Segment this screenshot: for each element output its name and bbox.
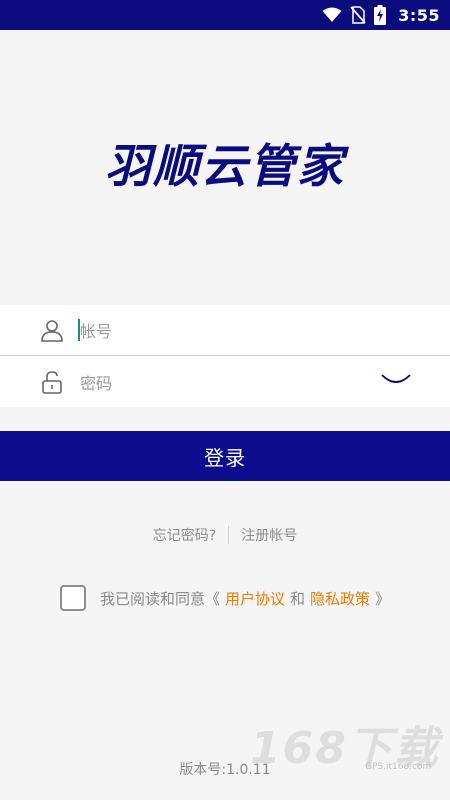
- eye-closed-icon[interactable]: [380, 371, 412, 391]
- login-button[interactable]: 登录: [0, 431, 450, 481]
- version-label: 版本号:1.0.11: [179, 762, 271, 778]
- text-cursor: [78, 319, 80, 341]
- status-time: 3:55: [398, 5, 440, 25]
- auth-links: 忘记密码? 注册帐号: [0, 525, 450, 545]
- wifi-icon: [322, 7, 342, 23]
- status-bar: 3:55: [0, 0, 450, 30]
- privacy-policy-link[interactable]: 隐私政策: [310, 588, 370, 609]
- account-row: [0, 305, 450, 355]
- battery-charging-icon: [374, 5, 387, 25]
- form-divider: [0, 355, 450, 356]
- user-agreement-link[interactable]: 用户协议: [225, 588, 285, 609]
- account-input[interactable]: [78, 315, 362, 347]
- password-input[interactable]: [78, 367, 362, 399]
- no-sim-icon: [350, 6, 366, 24]
- agreement-suffix: 》: [375, 589, 391, 608]
- app-logo: 羽顺云管家: [105, 139, 345, 193]
- agreement-and: 和: [289, 589, 305, 608]
- agreement-checkbox[interactable]: [59, 585, 86, 611]
- link-separator: [228, 526, 230, 544]
- unlock-icon: [40, 370, 64, 394]
- agreement-row: 我已阅读和同意《 用户协议 和 隐私政策 》: [0, 585, 450, 611]
- password-row: [0, 357, 450, 407]
- forgot-password-link[interactable]: 忘记密码?: [153, 525, 216, 545]
- user-icon: [40, 318, 64, 342]
- register-link[interactable]: 注册帐号: [241, 525, 297, 545]
- login-form: [0, 305, 450, 407]
- agreement-prefix: 我已阅读和同意《: [99, 589, 220, 608]
